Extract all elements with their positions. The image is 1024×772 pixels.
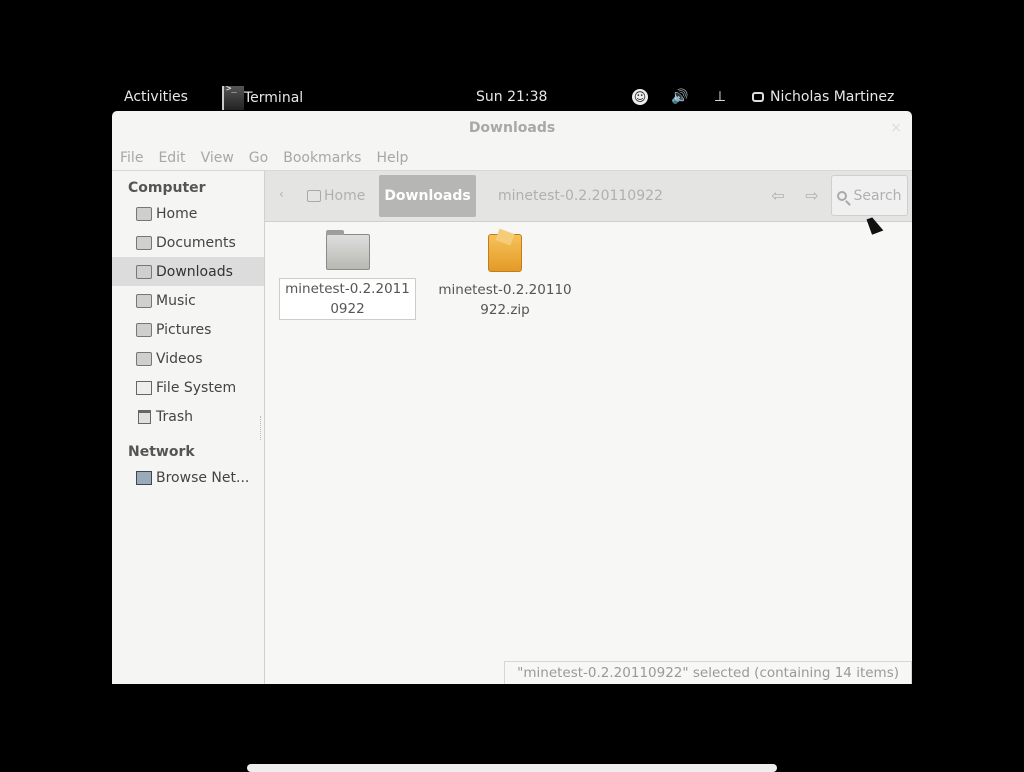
search-icon xyxy=(837,190,848,201)
trash-icon xyxy=(138,409,151,424)
chat-status-icon xyxy=(752,92,764,102)
terminal-icon: >_ xyxy=(222,84,244,110)
sidebar: Computer Home Documents Downloads Music … xyxy=(112,171,265,684)
search-button[interactable]: Search xyxy=(831,175,908,216)
path-button-minetest[interactable]: minetest-0.2.20110922 xyxy=(498,175,663,217)
file-item-zip[interactable]: minetest-0.2.20110922.zip xyxy=(435,234,575,320)
sidebar-item-label: Home xyxy=(156,205,198,222)
file-manager-window: Downloads × File Edit View Go Bookmarks … xyxy=(112,111,912,684)
file-view[interactable]: minetest-0.2.20110922 minetest-0.2.20110… xyxy=(265,222,912,684)
clock[interactable]: Sun 21:38 xyxy=(476,89,547,105)
activities-button[interactable]: Activities xyxy=(124,89,188,105)
file-name-label: minetest-0.2.20110922.zip xyxy=(438,282,572,318)
menu-edit[interactable]: Edit xyxy=(158,150,185,166)
system-tray: ☺ 🔊 ⊥ xyxy=(630,87,750,107)
sidebar-item-pictures[interactable]: Pictures xyxy=(112,315,264,344)
sidebar-item-home[interactable]: Home xyxy=(112,199,264,228)
folder-downloads-icon xyxy=(136,264,152,279)
window-title: Downloads xyxy=(468,120,556,136)
sidebar-resize-handle[interactable] xyxy=(260,416,264,440)
user-name: Nicholas Martinez xyxy=(770,89,895,105)
archive-icon xyxy=(488,234,522,272)
folder-icon xyxy=(325,230,370,270)
menu-bookmarks[interactable]: Bookmarks xyxy=(283,150,361,166)
menu-go[interactable]: Go xyxy=(249,150,268,166)
home-icon xyxy=(307,190,321,202)
drive-icon xyxy=(136,380,152,395)
path-button-home[interactable]: Home xyxy=(307,175,365,217)
sidebar-item-label: Downloads xyxy=(156,263,233,280)
accessibility-icon[interactable]: ☺ xyxy=(630,87,650,107)
network-icon xyxy=(136,470,152,485)
menu-bar: File Edit View Go Bookmarks Help xyxy=(112,145,912,171)
folder-music-icon xyxy=(136,293,152,308)
back-arrow-icon[interactable]: ⇦ xyxy=(767,185,789,207)
sidebar-item-label: Documents xyxy=(156,234,236,251)
sidebar-item-label: Trash xyxy=(156,408,193,425)
sidebar-item-label: Browse Net... xyxy=(156,469,250,486)
sidebar-item-file-system[interactable]: File System xyxy=(112,373,264,402)
sidebar-item-label: Pictures xyxy=(156,321,212,338)
path-scroll-left-icon[interactable]: ‹ xyxy=(279,187,284,201)
folder-home-icon xyxy=(136,206,152,221)
app-name: Terminal xyxy=(244,89,304,106)
status-bar: "minetest-0.2.20110922" selected (contai… xyxy=(504,661,912,684)
menu-view[interactable]: View xyxy=(201,150,234,166)
top-bar: Activities >_ Terminal Sun 21:38 ☺ 🔊 ⊥ N… xyxy=(112,84,912,111)
sidebar-item-music[interactable]: Music xyxy=(112,286,264,315)
folder-documents-icon xyxy=(136,235,152,250)
folder-pictures-icon xyxy=(136,322,152,337)
user-menu[interactable]: Nicholas Martinez xyxy=(752,89,894,105)
menu-file[interactable]: File xyxy=(120,150,143,166)
message-tray-edge xyxy=(247,764,777,772)
toolbar: ‹ Home Downloads minetest-0.2.20110922 ⇦… xyxy=(265,171,912,222)
sidebar-item-label: Videos xyxy=(156,350,203,367)
app-menu[interactable]: >_ Terminal xyxy=(222,84,303,111)
menu-help[interactable]: Help xyxy=(376,150,408,166)
path-home-label: Home xyxy=(324,188,366,204)
sidebar-item-label: Music xyxy=(156,292,196,309)
sidebar-item-downloads[interactable]: Downloads xyxy=(112,257,264,286)
volume-icon[interactable]: 🔊 xyxy=(670,87,690,107)
file-name-label[interactable]: minetest-0.2.20110922 xyxy=(279,278,416,320)
folder-videos-icon xyxy=(136,351,152,366)
path-button-downloads[interactable]: Downloads xyxy=(379,175,476,217)
close-icon[interactable]: × xyxy=(890,111,902,145)
sidebar-header-computer: Computer xyxy=(128,180,206,196)
sidebar-item-videos[interactable]: Videos xyxy=(112,344,264,373)
search-label: Search xyxy=(853,187,902,204)
title-bar[interactable]: Downloads × xyxy=(112,111,912,145)
sidebar-item-documents[interactable]: Documents xyxy=(112,228,264,257)
content-pane: ‹ Home Downloads minetest-0.2.20110922 ⇦… xyxy=(265,171,912,684)
file-item-folder[interactable]: minetest-0.2.20110922 xyxy=(279,230,416,320)
main-area: Computer Home Documents Downloads Music … xyxy=(112,170,912,684)
sidebar-item-label: File System xyxy=(156,379,237,396)
sidebar-item-trash[interactable]: Trash xyxy=(112,402,264,431)
sidebar-header-network: Network xyxy=(128,444,195,460)
network-status-icon[interactable]: ⊥ xyxy=(710,87,730,107)
sidebar-item-browse-network[interactable]: Browse Net... xyxy=(112,463,264,492)
forward-arrow-icon[interactable]: ⇨ xyxy=(801,185,823,207)
